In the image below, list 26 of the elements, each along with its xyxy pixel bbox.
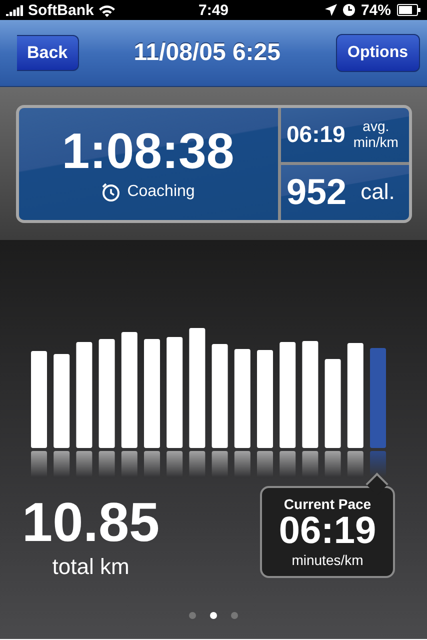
calories-unit: cal. xyxy=(360,179,395,206)
stopwatch-icon xyxy=(101,182,122,202)
duration-value: 1:08:38 xyxy=(62,126,234,176)
run-date-title: 11/08/05 6:25 xyxy=(134,39,280,67)
current-pace-unit: minutes/km xyxy=(292,552,364,568)
battery-percent: 74% xyxy=(360,2,391,18)
page-dot[interactable] xyxy=(231,612,238,619)
status-time: 7:49 xyxy=(198,2,229,18)
calories-value: 952 xyxy=(286,171,347,214)
avg-pace-value: 06:19 xyxy=(286,121,346,148)
carrier-name: SoftBank xyxy=(28,2,94,18)
page-dot[interactable] xyxy=(210,612,217,619)
current-pace-value: 06:19 xyxy=(278,512,376,552)
location-arrow-icon xyxy=(324,4,337,16)
page-dot[interactable] xyxy=(189,612,196,619)
distance-value: 10.85 xyxy=(22,495,160,550)
current-pace-title: Current Pace xyxy=(284,496,372,512)
options-button[interactable]: Options xyxy=(336,34,420,72)
avg-label: avg. xyxy=(362,119,390,135)
wifi-icon xyxy=(98,4,116,16)
clock-icon xyxy=(342,4,355,16)
signal-icon xyxy=(6,4,24,16)
distance-unit: total km xyxy=(52,554,130,580)
battery-icon xyxy=(397,4,421,16)
coaching-label: Coaching xyxy=(127,182,195,200)
pace-unit: min/km xyxy=(353,134,398,150)
